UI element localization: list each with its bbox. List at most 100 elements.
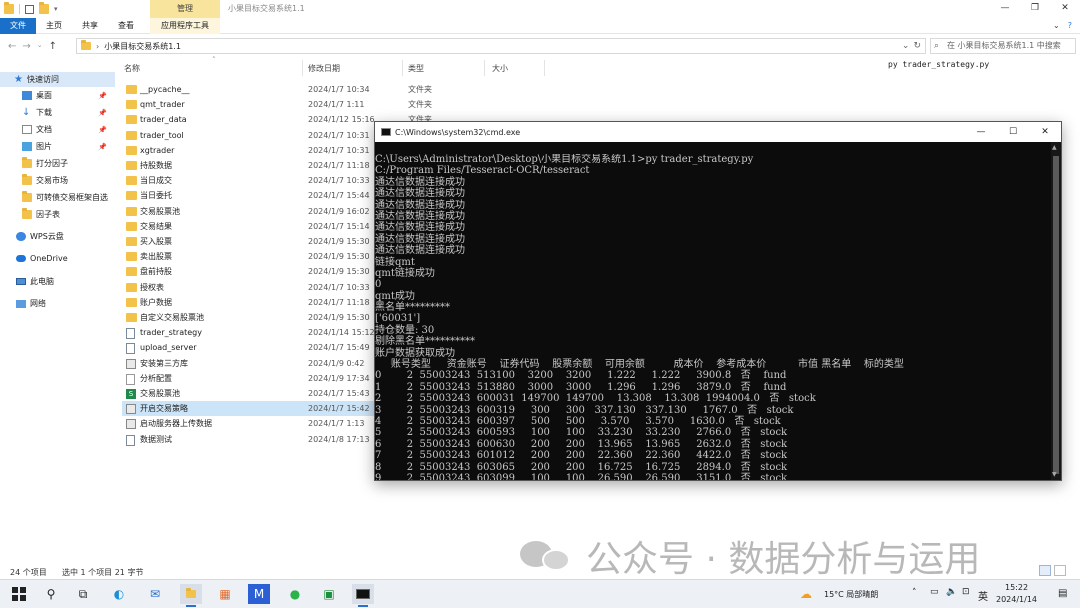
forward-icon[interactable]: → (22, 41, 30, 52)
mail-icon[interactable]: ✉ (144, 584, 166, 604)
tab-view[interactable]: 查看 (108, 18, 144, 34)
properties-icon[interactable] (25, 4, 34, 14)
task-view-icon[interactable]: ⧉ (72, 584, 94, 604)
nav-item-documents[interactable]: 文档 📌 (0, 122, 115, 137)
file-row[interactable]: xgtrader 2024/1/7 10:31 (122, 143, 382, 158)
start-button[interactable] (8, 584, 30, 604)
edge-icon[interactable]: ◐ (108, 584, 130, 604)
column-divider[interactable] (484, 60, 485, 76)
large-icons-view-icon[interactable] (1054, 565, 1066, 576)
clock-time[interactable]: 15:22 (1005, 583, 1028, 592)
show-hidden-icons-icon[interactable]: ˄ (912, 588, 917, 598)
terminal-app-icon[interactable]: ▣ (318, 584, 340, 604)
notifications-icon[interactable]: ▤ (1058, 588, 1067, 599)
app-m-icon[interactable]: M (248, 584, 270, 604)
weather-text[interactable]: 15°C 局部晴朗 (824, 589, 878, 600)
file-row[interactable]: 自定义交易股票池 2024/1/9 15:30 (122, 310, 382, 325)
file-row[interactable]: 卖出股票 2024/1/9 15:30 (122, 249, 382, 264)
clock-date[interactable]: 2024/1/14 (996, 595, 1037, 604)
file-row[interactable]: 持股数据 2024/1/7 11:18 (122, 158, 382, 173)
file-row[interactable]: S 交易股票池 2024/1/7 15:43 (122, 386, 382, 401)
nav-item-folder[interactable]: 可转债交易框架自选 (0, 190, 115, 205)
manage-context-tab[interactable]: 管理 (150, 0, 220, 18)
cmd-taskbar-icon[interactable] (352, 584, 374, 607)
nav-item-onedrive[interactable]: OneDrive (0, 251, 115, 266)
nav-item-wps-cloud[interactable]: WPS云盘 (0, 229, 115, 244)
store-icon[interactable]: ▦ (214, 584, 236, 604)
nav-item-folder[interactable]: 打分因子 (0, 156, 115, 171)
tab-share[interactable]: 共享 (72, 18, 108, 34)
new-folder-icon[interactable] (39, 2, 49, 14)
breadcrumb-chevron-icon[interactable]: › (96, 42, 99, 51)
close-button[interactable]: ✕ (1029, 122, 1061, 142)
column-divider[interactable] (402, 60, 403, 76)
console-scrollbar[interactable]: ▲ ▼ (1051, 142, 1061, 480)
maximize-button[interactable]: ❐ (1020, 0, 1050, 18)
file-row[interactable]: 开启交易策略 2024/1/7 15:42 (122, 401, 382, 417)
file-row[interactable]: 买入股票 2024/1/9 15:30 (122, 234, 382, 249)
recent-locations-icon[interactable]: ⌄ (37, 41, 43, 52)
file-row[interactable]: 授权表 2024/1/7 10:33 (122, 280, 382, 295)
nav-item-folder[interactable]: 交易市场 (0, 173, 115, 188)
details-view-icon[interactable] (1039, 565, 1051, 576)
file-row[interactable]: 交易股票池 2024/1/9 16:02 (122, 204, 382, 219)
up-icon[interactable]: ↑ (49, 41, 57, 52)
help-icon[interactable]: ? (1068, 18, 1072, 34)
breadcrumb[interactable]: 小果目标交易系统1.1 (104, 41, 181, 52)
folder-icon[interactable] (4, 2, 14, 14)
column-name[interactable]: 名称 (124, 63, 140, 74)
minimize-button[interactable]: — (990, 0, 1020, 18)
console-output[interactable]: C:\Users\Administrator\Desktop\小果目标交易系统1… (375, 154, 1051, 480)
file-row[interactable]: 账户数据 2024/1/7 11:18 (122, 295, 382, 310)
column-size[interactable]: 大小 (492, 63, 508, 74)
wechat-icon[interactable]: ● (284, 584, 306, 604)
refresh-icon[interactable]: ↻ (913, 41, 921, 51)
file-row[interactable]: qmt_trader 2024/1/7 1:11 文件夹 (122, 97, 432, 112)
nav-item-quick-access[interactable]: ★ 快速访问 (0, 72, 115, 87)
file-row[interactable]: 当日委托 2024/1/7 15:44 (122, 188, 382, 203)
file-explorer-icon[interactable] (180, 584, 202, 607)
file-row[interactable]: 数据测试 2024/1/8 17:13 (122, 432, 382, 447)
address-box[interactable]: › 小果目标交易系统1.1 ⌄ ↻ (76, 38, 926, 54)
address-dropdown-icon[interactable]: ⌄ (902, 41, 910, 51)
weather-icon[interactable]: ☁ (800, 587, 812, 601)
column-type[interactable]: 类型 (408, 63, 424, 74)
file-row[interactable]: __pycache__ 2024/1/7 10:34 文件夹 (122, 82, 432, 97)
nav-item-network[interactable]: 网络 (0, 296, 115, 311)
nav-item-this-pc[interactable]: 此电脑 (0, 274, 115, 289)
cmd-window[interactable]: C:\Windows\system32\cmd.exe — ☐ ✕ C:\Use… (374, 121, 1062, 481)
tab-file[interactable]: 文件 (0, 17, 36, 34)
file-row[interactable]: 启动服务器上传数据 2024/1/7 1:13 (122, 416, 382, 431)
file-row[interactable]: 当日成交 2024/1/7 10:33 (122, 173, 382, 188)
column-divider[interactable] (544, 60, 545, 76)
nav-item-desktop[interactable]: 桌面 📌 (0, 88, 115, 103)
back-icon[interactable]: ← (8, 41, 16, 52)
input-method-indicator[interactable]: 英 (978, 588, 988, 603)
tab-application-tools[interactable]: 应用程序工具 (150, 17, 220, 34)
expand-ribbon-icon[interactable]: ⌄ (1053, 18, 1060, 34)
nav-item-folder[interactable]: 因子表 (0, 207, 115, 222)
file-row[interactable]: 盘前持股 2024/1/9 15:30 (122, 264, 382, 279)
scroll-down-icon[interactable]: ▼ (1052, 471, 1057, 478)
cmd-titlebar[interactable]: C:\Windows\system32\cmd.exe — ☐ ✕ (375, 122, 1061, 142)
scroll-up-icon[interactable]: ▲ (1052, 144, 1057, 151)
network-tray-icon[interactable]: ▭ (930, 587, 939, 597)
volume-icon[interactable]: 🔈 (946, 587, 957, 597)
minimize-button[interactable]: — (965, 122, 997, 142)
network-status-icon[interactable]: ⊡ (962, 587, 970, 597)
file-row[interactable]: 分析配置 2024/1/9 17:34 (122, 371, 382, 386)
nav-item-pictures[interactable]: 图片 📌 (0, 139, 115, 154)
column-date[interactable]: 修改日期 (308, 63, 340, 74)
close-button[interactable]: ✕ (1050, 0, 1080, 18)
customize-quick-access-icon[interactable]: ▾ (54, 5, 58, 13)
column-divider[interactable] (302, 60, 303, 76)
file-row[interactable]: 安装第三方库 2024/1/9 0:42 (122, 356, 382, 371)
search-icon[interactable]: ⚲ (40, 584, 62, 604)
scrollbar-thumb[interactable] (1053, 156, 1059, 474)
nav-item-downloads[interactable]: ↓ 下载 📌 (0, 105, 115, 120)
file-row[interactable]: trader_data 2024/1/12 15:16 文件夹 (122, 112, 432, 127)
maximize-button[interactable]: ☐ (997, 122, 1029, 142)
search-input[interactable]: ⌕ 在 小果目标交易系统1.1 中搜索 (930, 38, 1076, 54)
tab-home[interactable]: 主页 (36, 18, 72, 34)
file-row[interactable]: trader_tool 2024/1/7 10:31 (122, 128, 382, 143)
